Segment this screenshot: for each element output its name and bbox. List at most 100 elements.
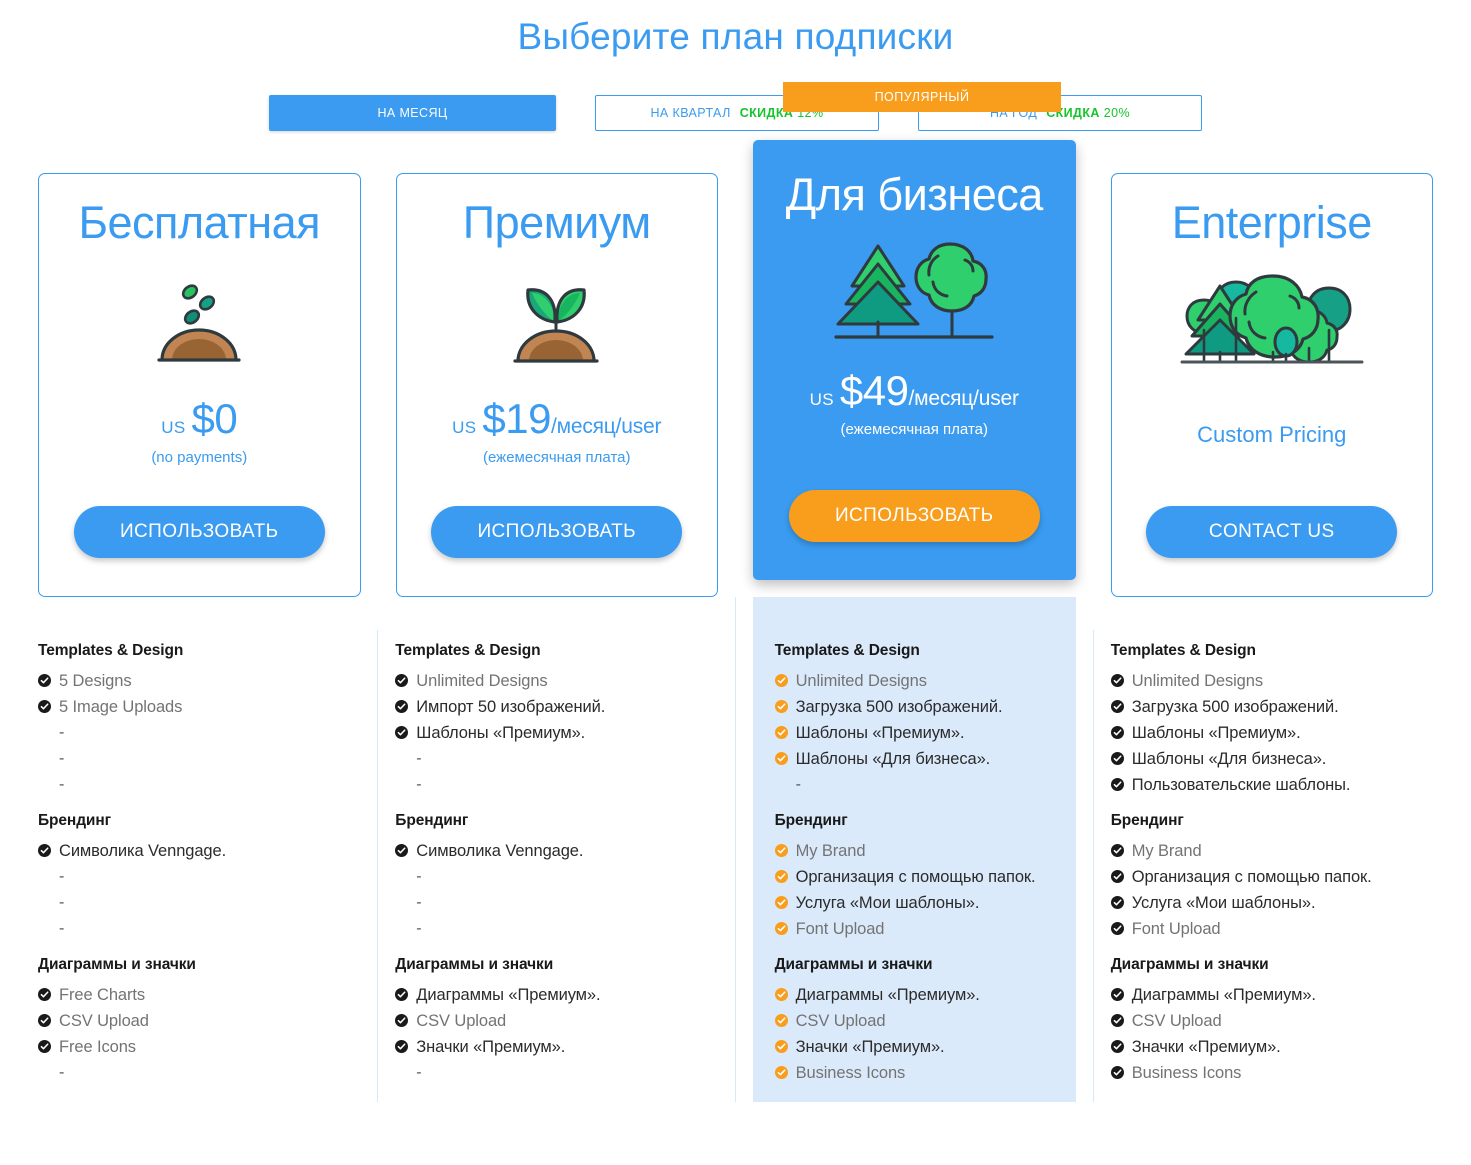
empty-dash: - [416, 1064, 422, 1081]
feature-item-label: Free Icons [59, 1038, 136, 1056]
feature-group: Templates & Design 5 Designs 5 Image Upl… [38, 642, 360, 798]
feature-group: Templates & Design Unlimited Designs Заг… [774, 642, 1062, 798]
feature-item: Business Icons [1110, 1060, 1433, 1086]
feature-item-empty: - [395, 746, 717, 772]
feature-group-title: Диаграммы и значки [395, 956, 554, 973]
check-circle-icon [774, 726, 788, 739]
feature-item-empty: - [395, 864, 717, 890]
feature-item-label: Значки «Премиум». [416, 1038, 566, 1056]
feature-item: Font Upload [774, 916, 1062, 942]
feature-item-label: CSV Upload [1131, 1012, 1222, 1030]
plan-cta-button[interactable]: CONTACT US [1146, 506, 1398, 558]
plan-name: Enterprise [1171, 197, 1373, 248]
plan-column-4: Enterprise Custom Pricing CONTACT US [1110, 173, 1433, 597]
sprout-icon [513, 288, 599, 363]
feature-item-empty: - [38, 746, 360, 772]
feature-item-label: Шаблоны «Для бизнеса». [795, 750, 991, 768]
feature-item: Значки «Премиум». [395, 1034, 717, 1060]
feature-item-label: Символика Venngage. [59, 842, 227, 860]
plan-cards-row: Бесплатная US $0 (no payments) ИСПОЛЬЗОВАТЬ… [0, 82, 1471, 597]
check-circle-icon [1110, 844, 1124, 857]
feature-item-empty: - [395, 1060, 717, 1086]
feature-group-title: Брендинг [1110, 812, 1184, 829]
feature-item-empty: - [775, 772, 1062, 798]
feature-group: Брендинг Символика Venngage. - - - [38, 812, 360, 942]
feature-item: Unlimited Designs [774, 668, 1062, 694]
plan-price: US $0 [161, 398, 237, 440]
check-circle-icon [774, 844, 788, 857]
feature-item-label: Значки «Премиум». [795, 1038, 945, 1056]
feature-item-label: Пользовательские шаблоны. [1131, 776, 1351, 794]
feature-item-label: CSV Upload [416, 1012, 507, 1030]
billing-option-1[interactable]: НА МЕСЯЦ [269, 95, 556, 131]
feature-item-label: Font Upload [1131, 920, 1221, 938]
two-trees-icon [834, 242, 994, 339]
price-note: (ежемесячная плата) [483, 449, 631, 466]
check-circle-icon [774, 988, 788, 1001]
price-currency: US [452, 418, 477, 437]
plan-card-1: Бесплатная US $0 (no payments) ИСПОЛЬЗОВАТЬ [38, 173, 361, 597]
feature-item: Business Icons [774, 1060, 1062, 1086]
column-divider [377, 630, 379, 1102]
feature-item-label: 5 Designs [59, 672, 132, 690]
feature-group-title: Templates & Design [38, 642, 184, 659]
plan-card-4: Enterprise Custom Pricing CONTACT US [1110, 173, 1433, 597]
feature-item-label: Диаграммы «Премиум». [795, 986, 980, 1004]
check-circle-icon [1110, 870, 1124, 883]
empty-dash: - [416, 894, 422, 911]
feature-item: Шаблоны «Для бизнеса». [774, 746, 1062, 772]
feature-column-1: Templates & Design 5 Designs 5 Image Upl… [38, 630, 360, 1102]
feature-item-label: My Brand [1131, 842, 1202, 860]
check-circle-icon [774, 1066, 788, 1079]
empty-dash: - [59, 1064, 65, 1081]
feature-item: Загрузка 500 изображений. [774, 694, 1062, 720]
feature-item-label: Загрузка 500 изображений. [1131, 698, 1339, 716]
feature-group: Диаграммы и значки Диаграммы «Премиум». … [1110, 956, 1433, 1086]
check-circle-icon [38, 1014, 51, 1027]
feature-item: Диаграммы «Премиум». [395, 982, 717, 1008]
feature-group: Диаграммы и значки Диаграммы «Премиум». … [774, 956, 1062, 1086]
feature-item-label: 5 Image Uploads [59, 698, 183, 716]
feature-item-empty: - [395, 890, 717, 916]
feature-group: Templates & Design Unlimited Designs Имп… [395, 642, 717, 798]
feature-item: Диаграммы «Премиум». [774, 982, 1062, 1008]
price-note: (ежемесячная плата) [840, 421, 988, 438]
feature-group-title: Брендинг [38, 812, 111, 829]
plan-cta-button[interactable]: ИСПОЛЬЗОВАТЬ [73, 506, 325, 558]
empty-dash: - [59, 894, 65, 911]
feature-item: Загрузка 500 изображений. [1110, 694, 1433, 720]
feature-item: CSV Upload [38, 1008, 360, 1034]
feature-group-title: Templates & Design [774, 642, 920, 659]
feature-item: Шаблоны «Премиум». [774, 720, 1062, 746]
feature-item: My Brand [774, 838, 1062, 864]
feature-item: Организация с помощью папок. [1110, 864, 1433, 890]
check-circle-icon [1110, 1066, 1124, 1079]
check-circle-icon [774, 1014, 788, 1027]
check-circle-icon [38, 988, 51, 1001]
feature-item: Услуга «Мои шаблоны». [774, 890, 1062, 916]
empty-dash: - [416, 750, 422, 767]
price-period: /месяц/user [908, 387, 1019, 410]
empty-dash: - [795, 776, 801, 793]
check-circle-icon [1110, 674, 1124, 687]
custom-pricing-label: Custom Pricing [1197, 422, 1347, 447]
feature-item-label: Организация с помощью папок. [1131, 868, 1372, 886]
feature-item-label: Шаблоны «Премиум». [416, 724, 586, 742]
feature-item: Font Upload [1110, 916, 1433, 942]
plan-cta-button[interactable]: ИСПОЛЬЗОВАТЬ [431, 506, 683, 558]
feature-item-label: Символика Venngage. [416, 842, 584, 860]
check-circle-icon [395, 674, 409, 687]
feature-group: Templates & Design Unlimited Designs Заг… [1110, 642, 1433, 798]
price-period: /месяц/user [550, 415, 662, 438]
plan-price: US $49/месяц/user [810, 370, 1019, 412]
check-circle-icon [1110, 1014, 1124, 1027]
plan-cta-button[interactable]: ИСПОЛЬЗОВАТЬ [788, 490, 1040, 542]
plan-illustration [1174, 262, 1370, 380]
feature-item: CSV Upload [774, 1008, 1062, 1034]
billing-option-label: НА МЕСЯЦ [377, 106, 448, 120]
check-circle-icon [774, 752, 788, 765]
feature-item-label: Импорт 50 изображений. [416, 698, 606, 716]
empty-dash: - [416, 868, 422, 885]
feature-item: Услуга «Мои шаблоны». [1110, 890, 1433, 916]
feature-item: Значки «Премиум». [774, 1034, 1062, 1060]
